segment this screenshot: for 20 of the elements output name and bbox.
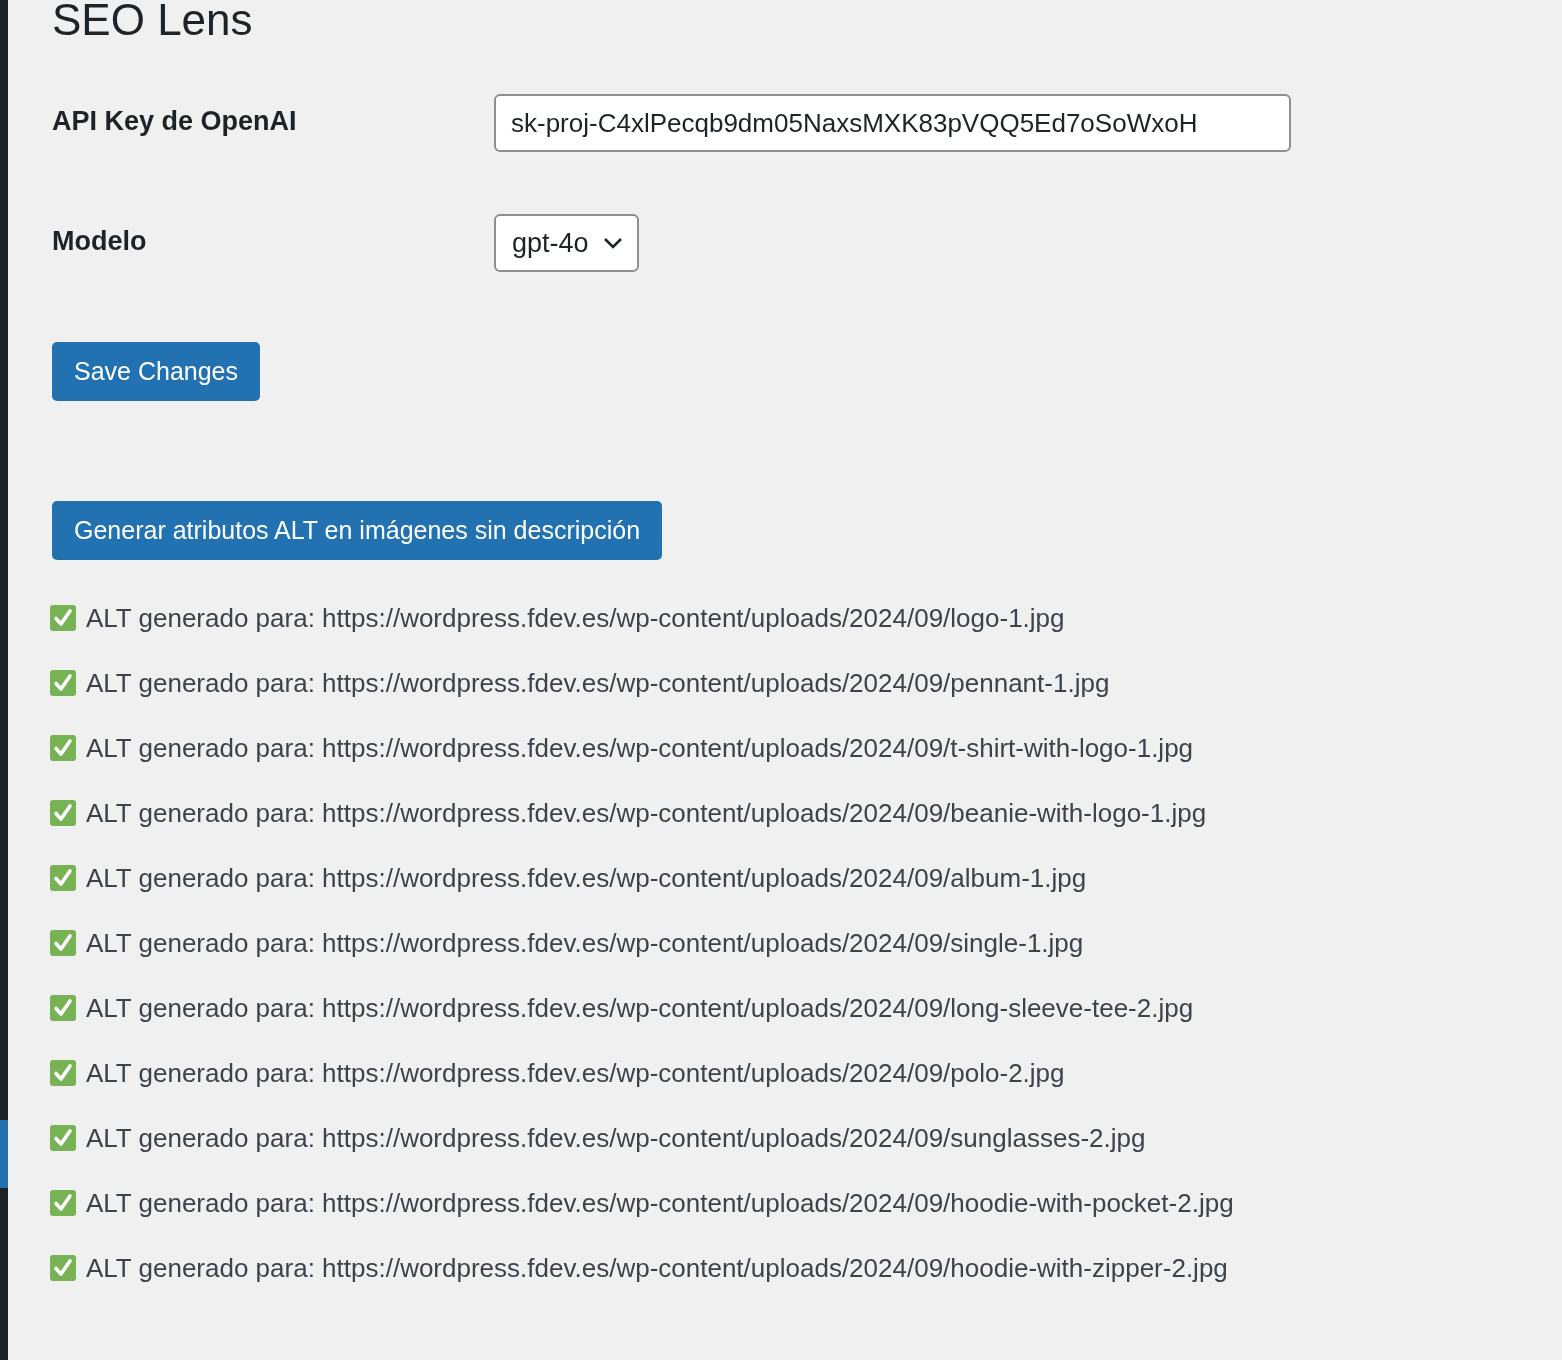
log-message: ALT generado para: https://wordpress.fdev.es/wp-content/uploads/2024/09/hoodie-with-pocket-2.jpg [86, 1187, 1234, 1219]
log-message: ALT generado para: https://wordpress.fdev.es/wp-content/uploads/2024/09/polo-2.jpg [86, 1057, 1065, 1089]
field-label: API Key de OpenAI [52, 105, 298, 137]
log-message: ALT generado para: https://wordpress.fdev.es/wp-content/uploads/2024/09/beanie-with-logo-1.jpg [86, 797, 1207, 829]
generate-alt-button[interactable]: Generar atributos ALT en imágenes sin descripción [52, 501, 663, 560]
model-dropdown[interactable]: gpt-4o [494, 214, 639, 272]
log-message: ALT generado para: https://wordpress.fdev.es/wp-content/uploads/2024/09/long-sleeve-tee-2.jpg [86, 992, 1194, 1024]
save-button[interactable]: Save Changes [52, 342, 260, 401]
log-message: ALT generado para: https://wordpress.fdev.es/wp-content/uploads/2024/09/pennant-1.jpg [86, 667, 1110, 699]
api-key-field[interactable]: sk-proj-C4xlPecqb9dm05NaxsMXK83pVQQ5Ed7oSoWxoH [494, 94, 1291, 152]
log-message: ALT generado para: https://wordpress.fdev.es/wp-content/uploads/2024/09/album-1.jpg [86, 862, 1087, 894]
field-label: Modelo [52, 225, 148, 257]
active-menu-marker [0, 1120, 8, 1188]
log-message: ALT generado para: https://wordpress.fdev.es/wp-content/uploads/2024/09/t-shirt-with-logo-1.jpg [86, 732, 1194, 764]
log-message: ALT generado para: https://wordpress.fdev.es/wp-content/uploads/2024/09/single-1.jpg [86, 927, 1084, 959]
log-message: ALT generado para: https://wordpress.fdev.es/wp-content/uploads/2024/09/logo-1.jpg [86, 602, 1065, 634]
chevron-down-icon [602, 237, 623, 249]
log-message: ALT generado para: https://wordpress.fdev.es/wp-content/uploads/2024/09/hoodie-with-zipper-2.jpg [86, 1252, 1228, 1284]
page-title: SEO Lens [52, 0, 254, 46]
log-message: ALT generado para: https://wordpress.fdev.es/wp-content/uploads/2024/09/sunglasses-2.jpg [86, 1122, 1146, 1154]
